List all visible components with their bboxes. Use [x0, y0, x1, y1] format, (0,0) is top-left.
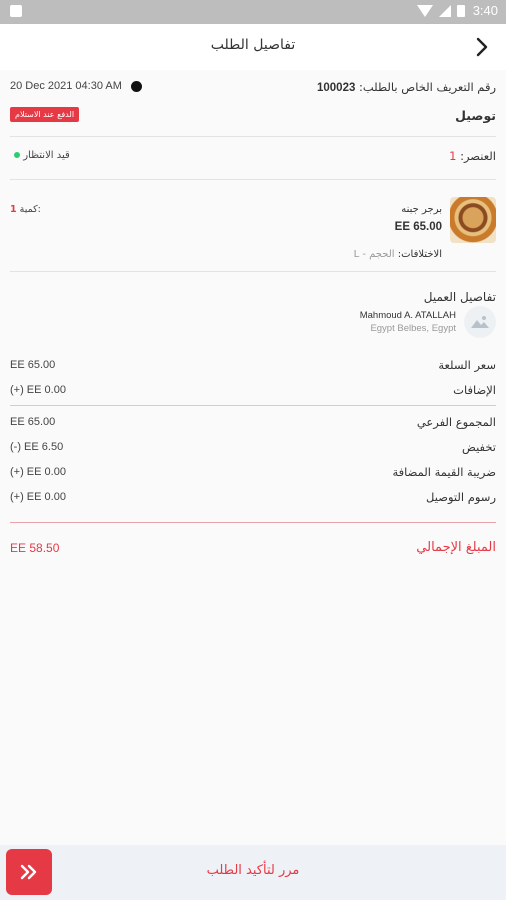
notification-icon — [10, 5, 22, 17]
quantity-value: 1 — [10, 204, 17, 215]
order-id-value: 100023 — [316, 82, 356, 94]
status-dot-icon — [14, 152, 20, 158]
delivery-label: رسوم التوصيل — [426, 490, 496, 504]
discount-label: تخفيض — [461, 440, 496, 454]
item-count-label: العنصر: — [460, 149, 496, 163]
signal-icon — [438, 4, 451, 17]
variations-label: الاختلافات: — [397, 249, 442, 260]
delivery-value: (+) EE 0.00 — [10, 491, 66, 503]
order-status: قيد الانتظار — [10, 150, 70, 161]
back-chevron-icon[interactable] — [472, 36, 492, 58]
image-placeholder-icon — [471, 316, 489, 328]
divider — [10, 522, 496, 523]
swipe-confirm-label: مرر لتأكيد الطلب — [206, 863, 300, 878]
item-count-value: 1 — [449, 149, 457, 163]
item-price-value: EE 65.00 — [10, 359, 56, 371]
payment-badge: الدفع عند الاستلام — [10, 107, 80, 122]
item-price: EE 65.00 — [394, 221, 442, 233]
app-bar: تفاصيل الطلب — [0, 24, 506, 70]
customer-address: Egypt Belbes, Egypt — [370, 323, 456, 334]
vat-label: ضريبة القيمة المضافة — [392, 465, 496, 479]
clock-icon — [130, 80, 142, 92]
order-date: 20 Dec 2021 04:30 AM — [10, 80, 122, 92]
divider — [10, 136, 496, 137]
item-name: برجر جبنه — [401, 204, 442, 215]
total-value: EE 58.50 — [10, 541, 60, 555]
item-count-row: العنصر: 1 — [449, 149, 496, 163]
addons-value: (+) EE 0.00 — [10, 384, 66, 396]
variations-value: الحجم - L — [353, 249, 395, 260]
order-details: رقم التعريف الخاص بالطلب: 100023 20 Dec … — [0, 70, 506, 845]
total-label: المبلغ الإجمالي — [416, 540, 496, 555]
wifi-icon — [416, 4, 433, 17]
order-status-text: قيد الانتظار — [23, 150, 70, 161]
order-type: توصيل — [455, 108, 496, 123]
quantity-label: كمية: — [19, 204, 41, 215]
page-title: تفاصيل الطلب — [210, 37, 296, 53]
order-id-label: رقم التعريف الخاص بالطلب: — [359, 80, 496, 94]
customer-name: Mahmoud A. ATALLAH — [359, 310, 456, 321]
order-date-row: 20 Dec 2021 04:30 AM — [10, 80, 142, 92]
item-price-label: سعر السلعة — [438, 358, 496, 372]
divider — [10, 405, 496, 406]
customer-section-title: تفاصيل العميل — [423, 290, 496, 304]
order-id-row: رقم التعريف الخاص بالطلب: 100023 — [317, 80, 496, 94]
vat-value: (+) EE 0.00 — [10, 466, 66, 478]
confirm-bar: مرر لتأكيد الطلب — [0, 845, 506, 900]
customer-avatar — [464, 306, 496, 338]
variations-row: الاختلافات: الحجم - L — [354, 249, 442, 260]
divider — [10, 271, 496, 272]
status-time: 3:40 — [472, 3, 498, 18]
status-icons: 3:40 — [416, 3, 498, 18]
addons-label: الإضافات — [453, 383, 496, 397]
burger-image — [450, 197, 496, 243]
quantity-row: 1 كمية: — [10, 204, 41, 215]
battery-icon — [456, 4, 465, 17]
divider — [10, 179, 496, 180]
subtotal-value: EE 65.00 — [10, 416, 56, 428]
status-bar: 3:40 — [0, 0, 506, 24]
subtotal-label: المجموع الفرعي — [416, 415, 496, 429]
discount-value: (-) EE 6.50 — [10, 441, 64, 453]
